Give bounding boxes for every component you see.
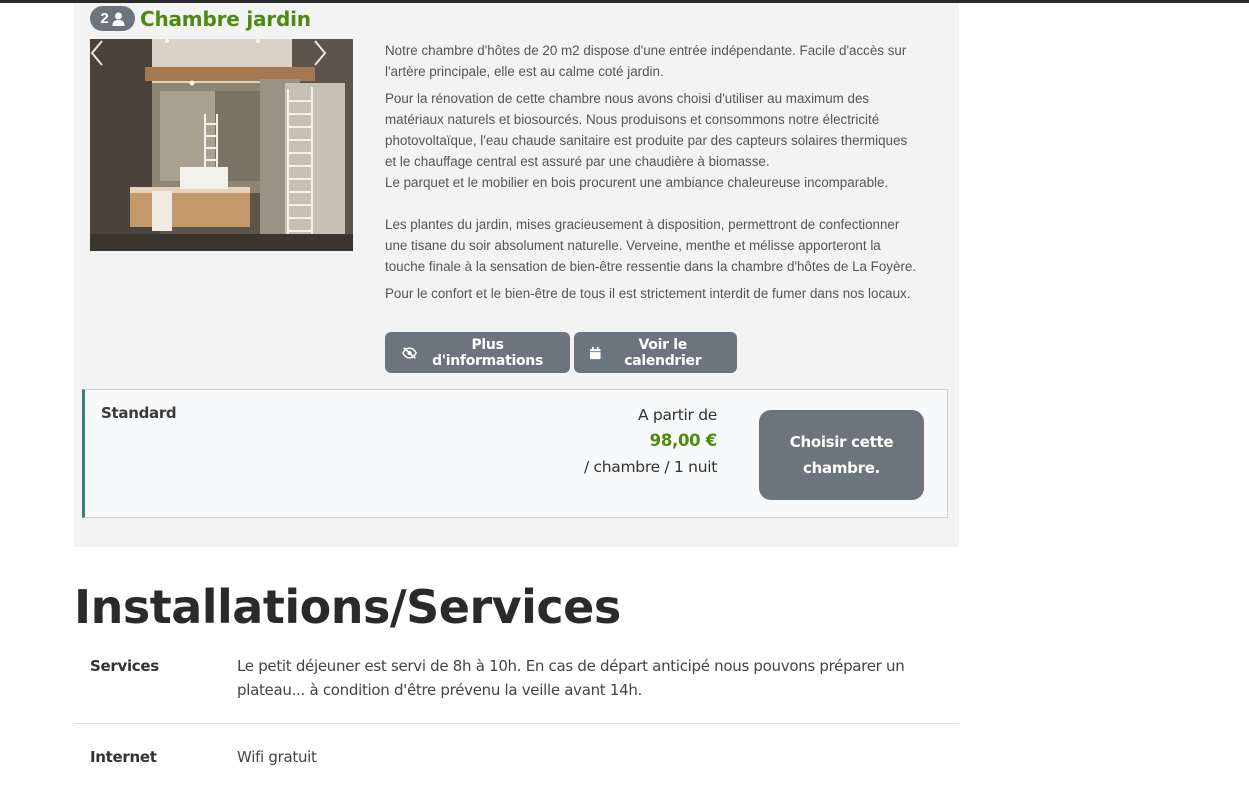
description-line: une tisane du soir absolument naturelle.… — [385, 238, 881, 253]
room-header: 2 Chambre jardin — [90, 6, 311, 31]
description-line: photovoltaïque, l'eau chaude sanitaire e… — [385, 133, 908, 148]
section-title: Installations/Services — [74, 580, 621, 634]
eye-slash-icon — [402, 346, 418, 359]
calendar-button[interactable]: Voir le calendrier — [574, 332, 737, 373]
calendar-label: Voir le calendrier — [624, 336, 702, 369]
description-line: Notre chambre d'hôtes de 20 m2 dispose d… — [385, 43, 907, 58]
calendar-icon — [590, 346, 601, 359]
description-line: Pour la rénovation de cette chambre nous… — [385, 91, 870, 106]
room-title[interactable]: Chambre jardin — [140, 7, 311, 31]
rate-name: Standard — [101, 404, 177, 422]
room-actions: Plus d'informations Voir le calendrier — [385, 332, 737, 373]
service-label: Internet — [90, 748, 157, 766]
service-row-services: Services Le petit déjeuner est servi de … — [74, 654, 959, 724]
person-icon — [112, 12, 125, 26]
description-line: l'artère principale, elle est au calme c… — [385, 64, 664, 79]
description-paragraph-2: Pour la rénovation de cette chambre nous… — [385, 88, 945, 193]
more-info-label: Plus d'informations — [432, 336, 543, 369]
description-paragraph-3: Les plantes du jardin, mises gracieuseme… — [385, 214, 945, 277]
carousel-next-button[interactable] — [313, 39, 353, 251]
description-line: touche finale à la sensation de bien-êtr… — [385, 259, 917, 274]
description-line: et le chauffage central est assuré par u… — [385, 154, 770, 169]
rate-box: Standard A partir de 98,00 € / chambre /… — [82, 389, 948, 518]
choose-room-button[interactable]: Choisir cette chambre. — [759, 410, 924, 500]
description-line: Les plantes du jardin, mises gracieuseme… — [385, 217, 900, 232]
capacity-badge: 2 — [90, 6, 135, 31]
description-line: matériaux naturels et biosourcés. Nous p… — [385, 112, 880, 127]
price-amount: 98,00 € — [649, 431, 718, 450]
chevron-left-icon — [90, 40, 103, 66]
service-value: Wifi gratuit — [237, 748, 317, 766]
description-paragraph-1: Notre chambre d'hôtes de 20 m2 dispose d… — [385, 40, 945, 82]
price-unit: / chambre / 1 nuit — [584, 458, 717, 476]
chevron-right-icon — [314, 40, 327, 66]
service-row-internet: Internet Wifi gratuit — [74, 745, 959, 775]
service-value: Le petit déjeuner est servi de 8h à 10h.… — [237, 657, 905, 699]
capacity-count: 2 — [100, 10, 109, 27]
price-from-label: A partir de — [638, 406, 717, 424]
description-paragraph-4: Pour le confort et le bien-être de tous … — [385, 286, 911, 301]
carousel-prev-button[interactable] — [90, 39, 130, 251]
more-info-button[interactable]: Plus d'informations — [385, 332, 570, 373]
service-label: Services — [90, 657, 159, 675]
room-description: Notre chambre d'hôtes de 20 m2 dispose d… — [385, 40, 945, 310]
rate-price: A partir de 98,00 € / chambre / 1 nuit — [584, 402, 717, 480]
room-photo-carousel[interactable] — [90, 39, 353, 251]
room-card: 2 Chambre jardin Notre chambre d'hôtes d… — [74, 3, 959, 547]
description-line: Le parquet et le mobilier en bois procur… — [385, 175, 889, 190]
